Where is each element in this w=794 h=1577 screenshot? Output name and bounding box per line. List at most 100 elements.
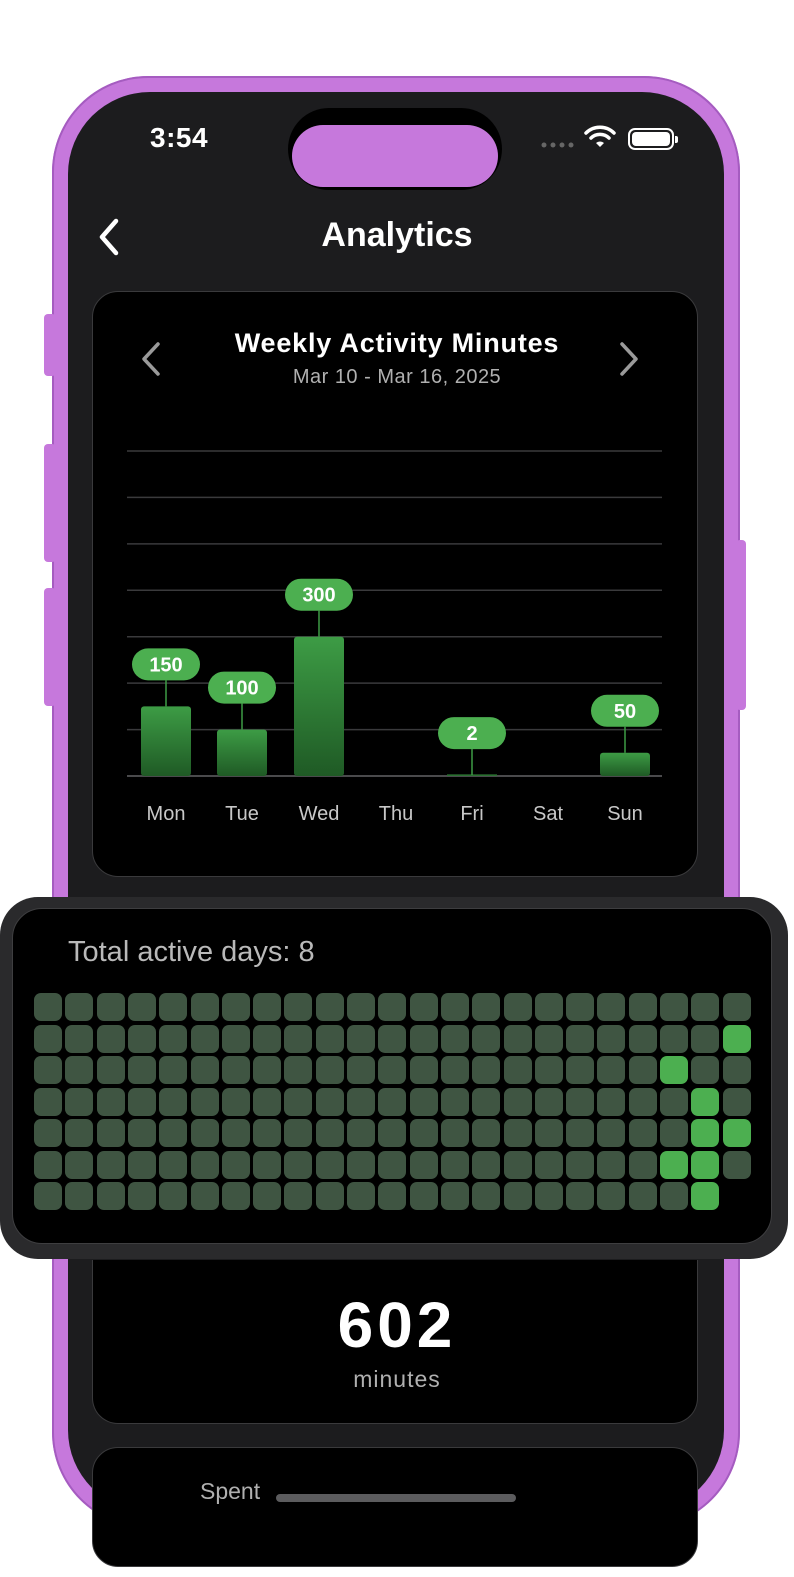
heatmap-cell-active[interactable]	[722, 1024, 751, 1053]
heatmap-cell[interactable]	[65, 1087, 94, 1116]
heatmap-cell[interactable]	[190, 993, 219, 1021]
heatmap-cell[interactable]	[566, 993, 595, 1021]
heatmap-cell[interactable]	[722, 1150, 751, 1179]
heatmap-cell[interactable]	[34, 1182, 62, 1210]
heatmap-cell[interactable]	[378, 1119, 407, 1147]
heatmap-cell[interactable]	[127, 1056, 156, 1084]
heatmap-cell[interactable]	[159, 1119, 188, 1147]
heatmap-cell[interactable]	[315, 1150, 344, 1179]
heatmap-cell[interactable]	[221, 1150, 250, 1179]
heatmap-cell[interactable]	[628, 1024, 657, 1053]
heatmap-cell[interactable]	[34, 1056, 62, 1084]
home-indicator[interactable]	[276, 1494, 516, 1502]
heatmap-cell[interactable]	[34, 993, 62, 1021]
heatmap-cell[interactable]	[190, 1087, 219, 1116]
heatmap-cell[interactable]	[347, 1150, 375, 1179]
heatmap-cell[interactable]	[284, 1182, 313, 1210]
heatmap-cell[interactable]	[127, 1087, 156, 1116]
heatmap-cell[interactable]	[534, 1182, 563, 1210]
heatmap-cell[interactable]	[440, 1024, 469, 1053]
heatmap-cell[interactable]	[660, 1024, 688, 1053]
heatmap-cell[interactable]	[503, 1150, 532, 1179]
heatmap-cell[interactable]	[628, 1150, 657, 1179]
heatmap-cell[interactable]	[440, 1119, 469, 1147]
heatmap-cell[interactable]	[503, 1087, 532, 1116]
heatmap-cell[interactable]	[284, 1150, 313, 1179]
heatmap-cell[interactable]	[566, 1119, 595, 1147]
heatmap-cell-active[interactable]	[660, 1150, 688, 1179]
heatmap-cell[interactable]	[96, 993, 125, 1021]
heatmap-cell[interactable]	[65, 993, 94, 1021]
bar-mon[interactable]	[141, 706, 191, 776]
heatmap-cell[interactable]	[159, 1056, 188, 1084]
heatmap-cell[interactable]	[96, 1056, 125, 1084]
heatmap-cell[interactable]	[534, 993, 563, 1021]
heatmap-cell[interactable]	[566, 1024, 595, 1053]
heatmap-cell[interactable]	[65, 1056, 94, 1084]
heatmap-cell[interactable]	[409, 1119, 438, 1147]
heatmap-cell[interactable]	[597, 1056, 626, 1084]
heatmap-cell[interactable]	[409, 1024, 438, 1053]
heatmap-cell[interactable]	[566, 1087, 595, 1116]
heatmap-cell[interactable]	[347, 993, 375, 1021]
heatmap-cell[interactable]	[284, 1119, 313, 1147]
heatmap-cell[interactable]	[34, 1150, 62, 1179]
heatmap-cell[interactable]	[253, 1119, 282, 1147]
heatmap-cell[interactable]	[347, 1056, 375, 1084]
heatmap-cell[interactable]	[472, 1024, 501, 1053]
heatmap-cell[interactable]	[440, 1182, 469, 1210]
heatmap-cell[interactable]	[159, 1087, 188, 1116]
heatmap-cell[interactable]	[409, 993, 438, 1021]
heatmap-cell[interactable]	[127, 1182, 156, 1210]
heatmap-cell[interactable]	[597, 1087, 626, 1116]
heatmap-cell[interactable]	[534, 1024, 563, 1053]
heatmap-cell[interactable]	[628, 1087, 657, 1116]
heatmap-cell[interactable]	[253, 1056, 282, 1084]
heatmap-cell[interactable]	[503, 1024, 532, 1053]
bar-wed[interactable]	[294, 636, 344, 776]
heatmap-cell[interactable]	[221, 1024, 250, 1053]
heatmap-cell[interactable]	[253, 1087, 282, 1116]
heatmap-cell[interactable]	[221, 1182, 250, 1210]
heatmap-cell[interactable]	[65, 1119, 94, 1147]
heatmap-cell[interactable]	[190, 1182, 219, 1210]
heatmap-cell[interactable]	[440, 993, 469, 1021]
heatmap-cell-active[interactable]	[691, 1150, 720, 1179]
heatmap-cell[interactable]	[347, 1087, 375, 1116]
heatmap-cell[interactable]	[159, 1182, 188, 1210]
heatmap-cell[interactable]	[190, 1119, 219, 1147]
heatmap-cell[interactable]	[253, 993, 282, 1021]
heatmap-cell[interactable]	[472, 1182, 501, 1210]
heatmap-cell-active[interactable]	[691, 1119, 720, 1147]
heatmap-cell[interactable]	[315, 1119, 344, 1147]
heatmap-cell[interactable]	[96, 1150, 125, 1179]
heatmap-cell[interactable]	[378, 1087, 407, 1116]
heatmap-cell[interactable]	[409, 1087, 438, 1116]
heatmap-cell[interactable]	[253, 1024, 282, 1053]
heatmap-cell-active[interactable]	[691, 1182, 720, 1210]
heatmap-cell[interactable]	[440, 1087, 469, 1116]
heatmap-cell[interactable]	[534, 1150, 563, 1179]
heatmap-cell[interactable]	[597, 993, 626, 1021]
heatmap-cell[interactable]	[96, 1119, 125, 1147]
heatmap-cell[interactable]	[159, 1024, 188, 1053]
heatmap-cell[interactable]	[284, 993, 313, 1021]
heatmap-cell[interactable]	[628, 1119, 657, 1147]
heatmap-cell[interactable]	[722, 1056, 751, 1084]
heatmap-cell[interactable]	[34, 1087, 62, 1116]
heatmap-cell[interactable]	[534, 1087, 563, 1116]
heatmap-cell[interactable]	[315, 1087, 344, 1116]
heatmap-cell[interactable]	[347, 1024, 375, 1053]
heatmap-cell[interactable]	[127, 1024, 156, 1053]
heatmap-cell[interactable]	[660, 1182, 688, 1210]
heatmap-cell[interactable]	[722, 993, 751, 1021]
heatmap-cell[interactable]	[347, 1182, 375, 1210]
heatmap-cell[interactable]	[221, 1087, 250, 1116]
heatmap-cell[interactable]	[566, 1056, 595, 1084]
heatmap-cell[interactable]	[440, 1150, 469, 1179]
heatmap-cell[interactable]	[566, 1182, 595, 1210]
heatmap-cell[interactable]	[691, 993, 720, 1021]
heatmap-cell[interactable]	[284, 1024, 313, 1053]
heatmap-cell[interactable]	[65, 1150, 94, 1179]
heatmap-cell[interactable]	[159, 993, 188, 1021]
